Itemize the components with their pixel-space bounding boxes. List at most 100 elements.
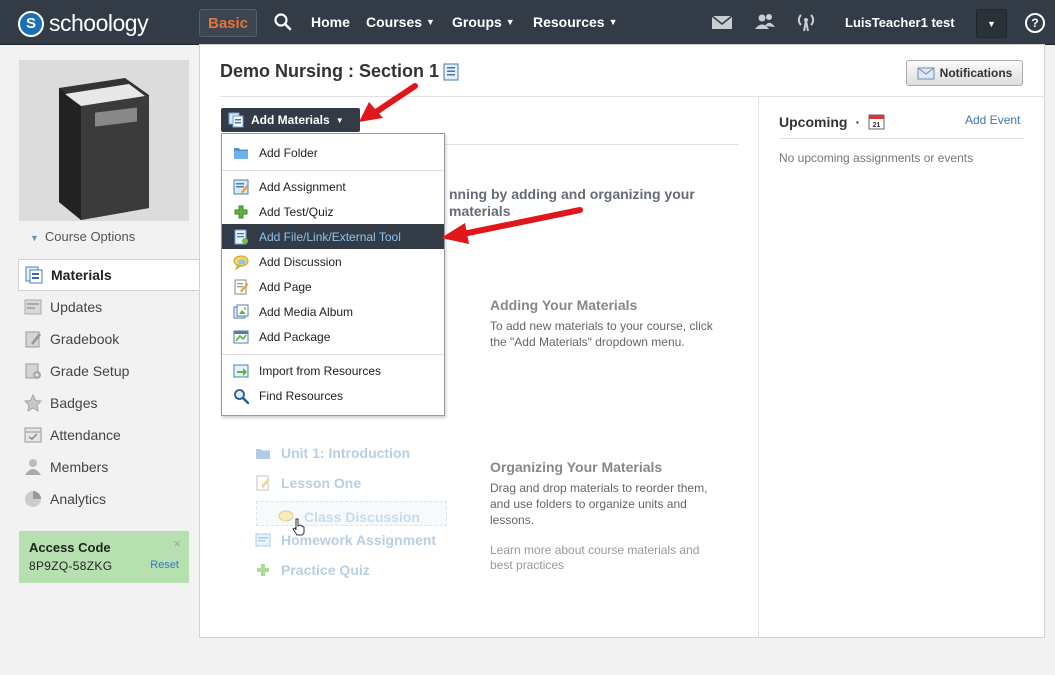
sidebar-item-materials[interactable]: Materials (18, 259, 201, 291)
organizing-materials-heading: Organizing Your Materials (490, 459, 663, 475)
course-info-icon[interactable] (442, 63, 460, 81)
chevron-down-icon: ▼ (987, 18, 996, 29)
menu-item-add-assignment[interactable]: Add Assignment (222, 174, 444, 199)
sidebar-item-label: Grade Setup (50, 363, 130, 379)
chevron-down-icon: ▼ (335, 115, 344, 125)
analytics-icon (25, 491, 41, 507)
updates-icon (24, 299, 42, 315)
add-materials-button[interactable]: Add Materials ▼ (221, 108, 360, 132)
adding-materials-heading: Adding Your Materials (490, 297, 638, 313)
access-code-panel: Access Code 8P9ZQ-58ZKG Reset × (19, 531, 189, 583)
organizing-materials-text: Drag and drop materials to reorder them,… (490, 481, 708, 527)
connections-icon[interactable] (753, 12, 777, 32)
logo-mark: S (18, 10, 44, 37)
schoology-logo[interactable]: S schoology (18, 10, 149, 37)
help-icon[interactable]: ? (1025, 13, 1045, 33)
package-icon (233, 330, 249, 343)
menu-item-import-from-resources[interactable]: Import from Resources (222, 358, 444, 383)
search-icon[interactable] (273, 12, 293, 32)
sidebar-item-updates[interactable]: Updates (18, 291, 200, 323)
menu-item-add-folder[interactable]: Add Folder (222, 140, 444, 165)
calendar-icon[interactable]: 21 (868, 113, 885, 130)
sidebar-item-label: Badges (50, 395, 98, 411)
sidebar-item-attendance[interactable]: Attendance (18, 419, 200, 451)
annotation-arrow-icon (441, 207, 583, 244)
nav-home[interactable]: Home (311, 14, 350, 30)
sidebar-item-members[interactable]: Members (18, 451, 200, 483)
plan-badge[interactable]: Basic (199, 9, 257, 37)
menu-item-add-discussion[interactable]: Add Discussion (222, 249, 444, 274)
page-icon (256, 475, 270, 491)
access-code-label: Access Code (29, 540, 111, 555)
menu-item-add-test-quiz[interactable]: Add Test/Quiz (222, 199, 444, 224)
members-icon (25, 459, 41, 475)
import-icon (233, 364, 249, 377)
sidebar-item-label: Members (50, 459, 109, 475)
adding-materials-text: To add new materials to your course, cli… (490, 319, 713, 349)
page-icon (234, 279, 249, 294)
course-options-menu[interactable]: ▼ Course Options (30, 229, 135, 244)
menu-item-label: Add Media Album (259, 304, 354, 319)
close-icon[interactable]: × (173, 536, 181, 551)
quiz-icon (257, 564, 269, 576)
reset-access-code-link[interactable]: Reset (150, 559, 179, 571)
sample-item-label: Lesson One (281, 475, 362, 491)
menu-item-add-file-link-external-tool[interactable]: Add File/Link/External Tool (222, 224, 444, 249)
notifications-button[interactable]: Notifications (906, 60, 1023, 86)
caret-down-icon: ▼ (30, 233, 39, 243)
media-album-icon (233, 304, 249, 318)
logo-wordmark: schoology (49, 10, 149, 36)
menu-item-label: Add Assignment (259, 179, 346, 194)
discussion-icon (233, 255, 249, 270)
add-materials-dropdown: Add Folder Add Assignment Add Test/Quiz … (221, 133, 445, 416)
user-name[interactable]: LuisTeacher1 test (845, 15, 955, 30)
attendance-icon (24, 427, 42, 443)
folder-icon (256, 449, 270, 459)
assignment-icon (233, 179, 249, 194)
course-title: Demo Nursing : Section 1 (220, 61, 440, 81)
menu-item-add-media-album[interactable]: Add Media Album (222, 299, 444, 324)
notifications-icon[interactable] (794, 12, 818, 32)
menu-item-add-package[interactable]: Add Package (222, 324, 444, 349)
menu-item-label: Add File/Link/External Tool (259, 229, 401, 244)
nav-groups[interactable]: Groups ▼ (452, 14, 515, 30)
sidebar-item-badges[interactable]: Badges (18, 387, 200, 419)
gradebook-icon (25, 331, 41, 348)
menu-item-add-page[interactable]: Add Page (222, 274, 444, 299)
messages-icon[interactable] (710, 12, 734, 32)
menu-item-label: Add Discussion (259, 254, 342, 269)
sample-item-quiz: Practice Quiz (255, 562, 370, 578)
sidebar-item-grade-setup[interactable]: Grade Setup (18, 355, 200, 387)
folder-icon (234, 147, 248, 159)
add-event-link[interactable]: Add Event (965, 113, 1020, 127)
divider (220, 96, 1045, 97)
sidebar-item-label: Attendance (50, 427, 121, 443)
user-menu-button[interactable]: ▼ (976, 9, 1007, 38)
sample-item-label: Unit 1: Introduction (281, 445, 411, 461)
sidebar-item-label: Gradebook (50, 331, 120, 347)
grade-setup-icon (25, 363, 41, 379)
sidebar-item-label: Analytics (50, 491, 107, 507)
chevron-down-icon: ▼ (426, 17, 435, 27)
nav-resources[interactable]: Resources ▼ (533, 14, 618, 30)
menu-separator (222, 354, 444, 355)
sidebar-item-label: Updates (50, 299, 103, 315)
learn-more-text: Learn more about course materials and be… (490, 543, 700, 572)
chevron-down-icon: ▼ (608, 17, 618, 27)
separator-dot: · (855, 113, 861, 130)
nav-courses[interactable]: Courses ▼ (366, 14, 435, 30)
sidebar-item-label: Materials (51, 267, 112, 283)
sample-item-label: Homework Assignment (281, 532, 437, 548)
file-link-icon (234, 229, 248, 244)
envelope-icon (917, 67, 935, 79)
sample-item-assignment: Homework Assignment (255, 532, 436, 548)
page-title: Demo Nursing : Section 1 (220, 61, 460, 82)
book-icon (59, 78, 149, 220)
materials-icon (228, 112, 244, 128)
menu-separator (222, 170, 444, 171)
sidebar-item-analytics[interactable]: Analytics (18, 483, 200, 515)
menu-item-find-resources[interactable]: Find Resources (222, 383, 444, 408)
menu-item-label: Add Folder (259, 145, 318, 160)
sidebar-item-gradebook[interactable]: Gradebook (18, 323, 200, 355)
upcoming-heading: Upcoming · 21 (779, 113, 885, 130)
